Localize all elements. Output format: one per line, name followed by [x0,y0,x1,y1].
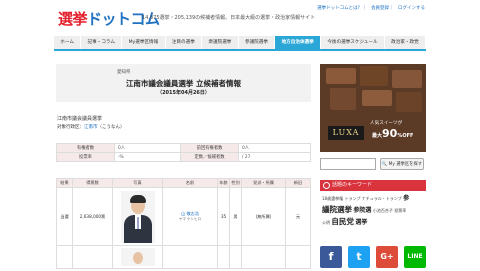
candidate-photo[interactable] [120,248,155,266]
election-subtitle: 江南市議会議員選挙 [57,116,103,122]
google-plus-icon[interactable]: G+ [376,246,398,268]
voters-header: 有権者数 [56,143,115,153]
social-share-bar: f t G+ LINE [320,246,426,268]
nav-item-my-district[interactable]: My選挙区情報 [122,36,166,49]
col-result: 結果 [56,178,73,188]
prev-voters-header: 前回有権者数 [180,143,240,153]
keyword-link[interactable]: 公明 [322,220,330,225]
target-area: 対象行政区：江南市（こうなん） [57,124,125,130]
candidate-result: 当選 [56,187,73,246]
keyword-link[interactable]: 参 [403,195,409,202]
keyword-link[interactable]: 自民党 [331,217,354,226]
col-gender: 性別 [229,178,242,188]
summary-row: 投票率 -% 定数／候補者数 / 27 [56,152,311,162]
facebook-icon[interactable]: f [320,246,342,268]
turnout-value: -% [113,152,182,162]
site-tagline: 14,875選挙・205,139の候補者情報。日本最大級の選挙・政治家情報サイト [142,15,316,21]
logo-text-red: 選挙 [58,10,88,28]
twitter-icon[interactable]: t [348,246,370,268]
candidate-status: 元 [285,187,311,246]
candidates-table: 結果 得票数 写真 名前 年齢 性別 党派・所属 新旧 当選 2,638,000… [56,178,311,269]
election-date: （2015年04月26日） [157,90,210,96]
nav-item-home[interactable]: ホーム [54,36,82,49]
col-party: 党派・所属 [241,178,286,188]
summary-table: 有権者数 0人 前回有権者数 0人 投票率 -% 定数／候補者数 / 27 [56,143,311,162]
candidate-kana: ヤマ ケシヒロ [178,217,202,221]
table-row: 当選 2,638,000票 山 敬志浩 ヤマ ケシヒロ 35 男 (無所属) 元 [56,187,311,246]
keyword-link[interactable]: ナチュラル・トランプ [362,196,402,201]
seats-value: / 27 [238,152,311,162]
ad-discount: 最大90%OFF [372,127,414,140]
nav-item-articles[interactable]: 記事・コラム [81,36,123,49]
login-link[interactable]: ログインする [398,6,425,11]
register-link[interactable]: 会員登録 [371,6,389,11]
ad-copy: 人気スイーツが [370,121,403,126]
search-input[interactable] [320,158,376,170]
candidates-header-row: 結果 得票数 写真 名前 年齢 性別 党派・所属 新旧 [56,178,311,188]
nav-item-upper-house[interactable]: 参議院選挙 [239,36,276,49]
candidate-votes: 2,638,000票 [72,187,113,246]
prev-voters-value: 0人 [238,143,311,153]
top-links: 選挙ドットコムとは？｜ 会員登録｜ ログインする [317,6,425,11]
prefecture-label: 愛知県 [117,70,131,75]
area-label: 対象行政区： [57,125,84,130]
col-photo: 写真 [112,178,163,188]
area-kana: （こうなん） [97,125,125,130]
candidate-photo[interactable] [120,190,155,243]
ad-brand-logo: LUXA [328,126,364,140]
keywords-header: 話題のキーワード [320,180,426,191]
keyword-link[interactable]: 参院選 [353,207,371,214]
sidebar-ad-banner[interactable]: LUXA 人気スイーツが 最大90%OFF [320,64,426,152]
main-nav: ホーム 記事・コラム My選挙区情報 注目の選挙 衆議院選挙 参議院選挙 地方自… [54,36,427,51]
seats-header: 定数／候補者数 [180,152,240,162]
search-icon: 🔍 [381,162,388,167]
keyword-link[interactable]: 選挙 [355,219,367,226]
col-name: 名前 [162,178,218,188]
keyword-link[interactable]: 小池百合子 [373,208,393,213]
col-age: 年齢 [217,178,230,188]
candidate-age: 35 [217,187,230,246]
table-row [56,245,311,269]
nav-item-schedule[interactable]: 今後の選挙スケジュール [321,36,385,49]
nav-item-featured[interactable]: 注目の選挙 [166,36,203,49]
candidate-photo-cell [112,187,163,246]
turnout-header: 投票率 [56,152,115,162]
nav-item-lower-house[interactable]: 衆議院選挙 [202,36,239,49]
page-title: 江南市議会議員選挙 立候補者情報 [125,79,242,88]
candidate-party: (無所属) [241,187,286,246]
line-icon[interactable]: LINE [404,246,426,268]
about-link[interactable]: 選挙ドットコムとは？ [317,6,362,11]
col-status: 新旧 [285,178,311,188]
keyword-cloud: 18歳選挙権 トランプ ナチュラル・トランプ 参 議院選挙 参院選 小池百合子 … [322,194,426,229]
keyword-link[interactable]: 議院選挙 [322,205,352,214]
nav-item-politicians[interactable]: 政治家・政党 [385,36,427,49]
comment-icon [323,182,330,189]
search-button[interactable]: 🔍 My 選挙区を探す [380,158,424,170]
area-link[interactable]: 江南市 [84,125,98,130]
keyword-link[interactable]: 18歳選挙権 [322,196,343,201]
candidate-name-cell: 山 敬志浩 ヤマ ケシヒロ [162,187,218,246]
nav-item-local[interactable]: 地方自治体選挙 [275,36,322,49]
candidate-name-link[interactable]: 山 敬志浩 [181,211,199,216]
candidate-gender: 男 [229,187,242,246]
district-search: 🔍 My 選挙区を探す [320,158,426,170]
summary-row: 有権者数 0人 前回有権者数 0人 [56,143,311,153]
keyword-link[interactable]: トランプ [345,196,361,201]
col-votes: 得票数 [72,178,113,188]
voters-value: 0人 [113,143,182,153]
site-header: 選挙ドットコム 14,875選挙・205,139の候補者情報。日本最大級の選挙・… [0,0,480,36]
keyword-link[interactable]: 投票率 [394,208,406,213]
